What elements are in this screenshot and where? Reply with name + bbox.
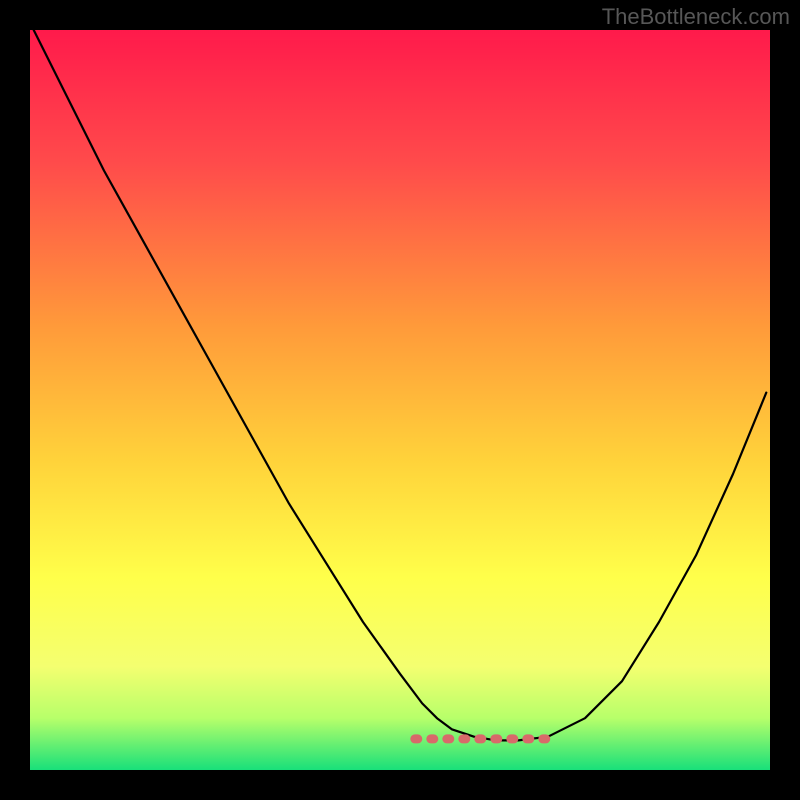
bottleneck-curve-plot [30,30,770,770]
watermark-text: TheBottleneck.com [602,4,790,30]
gradient-background [30,30,770,770]
chart-frame: TheBottleneck.com [0,0,800,800]
plot-svg [30,30,770,770]
